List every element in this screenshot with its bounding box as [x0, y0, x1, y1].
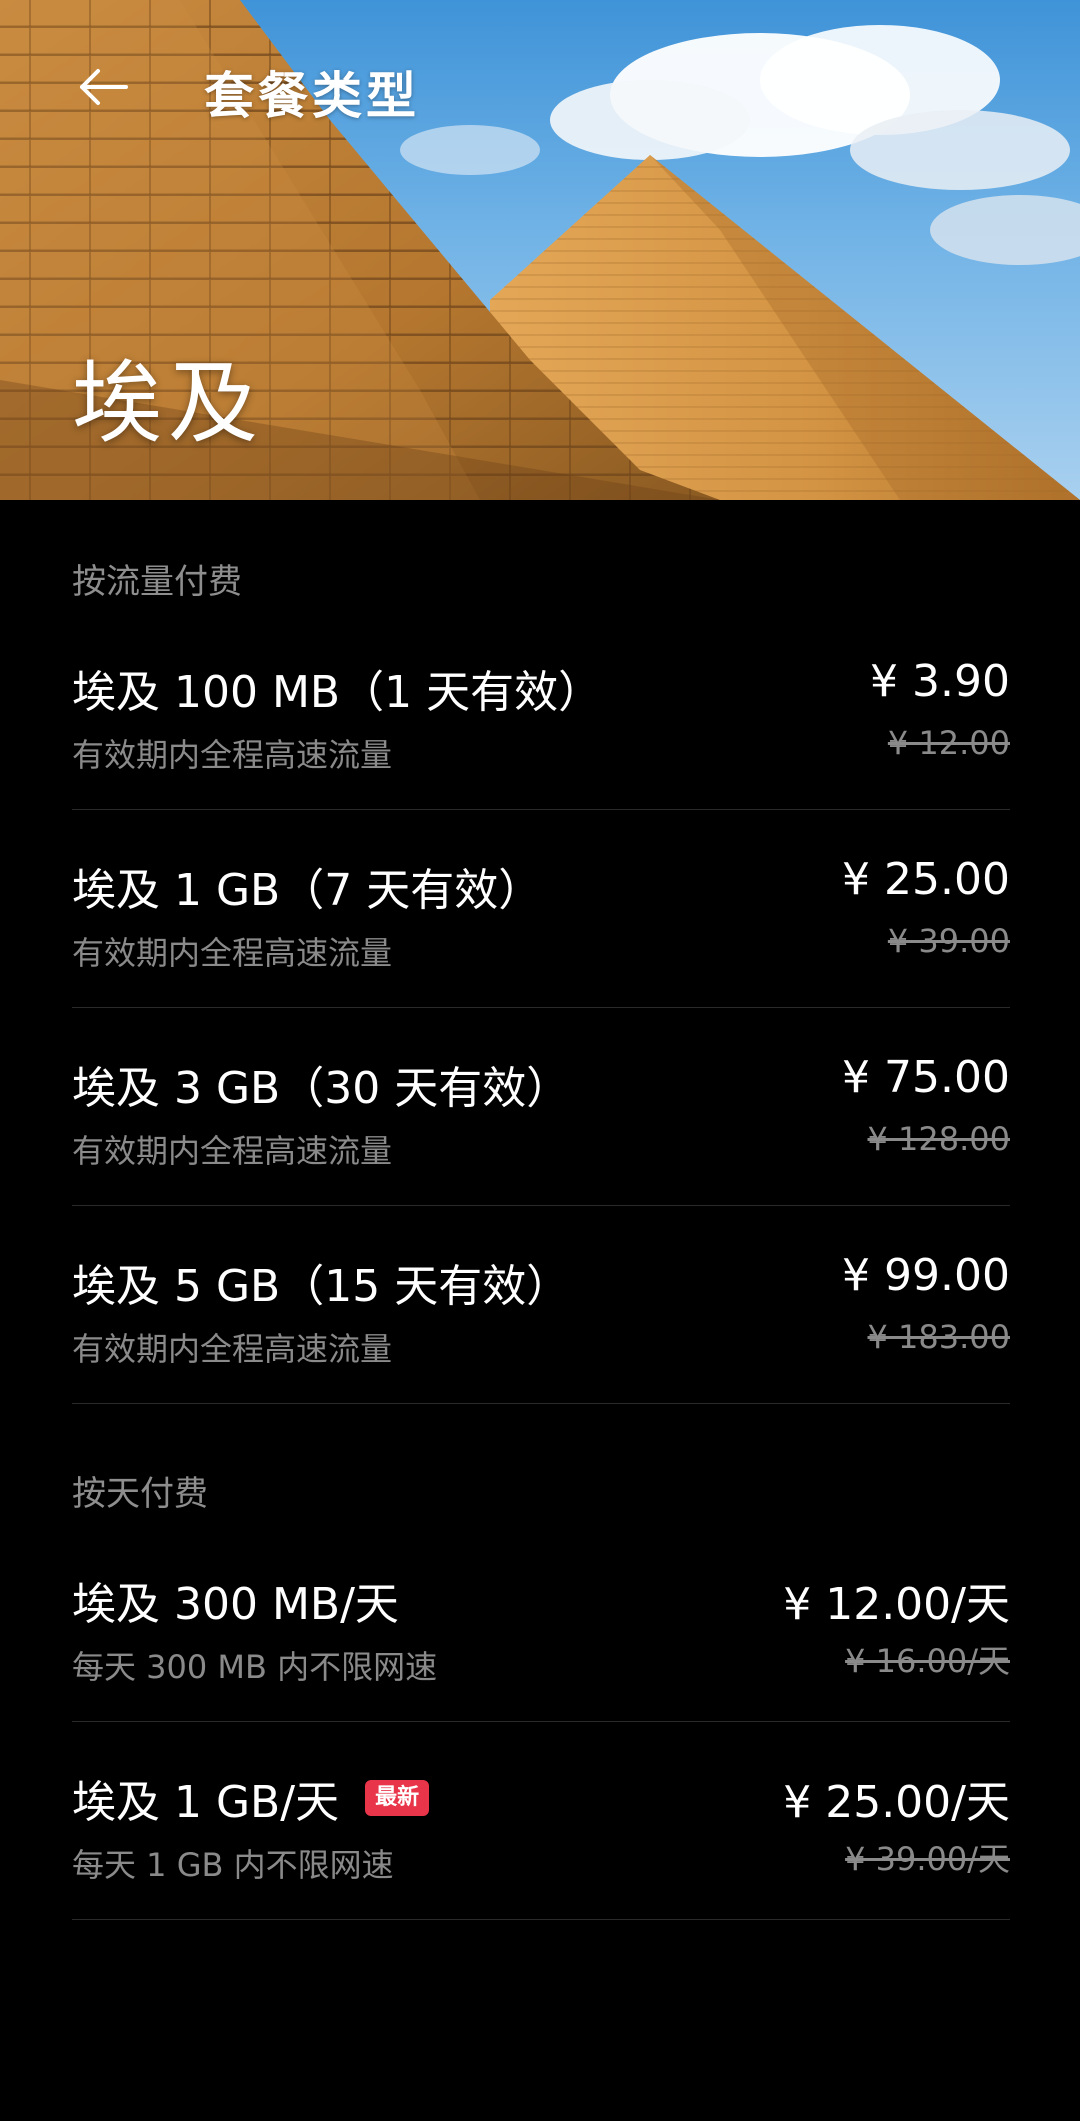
- plan-price: ¥ 75.00: [842, 1052, 1010, 1103]
- plan-original-price: ¥ 12.00: [887, 724, 1010, 762]
- plan-description: 每天 1 GB 内不限网速: [72, 1846, 394, 1884]
- plan-price: ¥ 25.00/天: [783, 1777, 1010, 1828]
- plan-description: 有效期内全程高速流量: [72, 934, 393, 972]
- plan-original-price: ¥ 128.00: [867, 1120, 1011, 1158]
- plan-original-price: ¥ 16.00/天: [845, 1642, 1010, 1680]
- plan-item[interactable]: 埃及 1 GB/天 最新 每天 1 GB 内不限网速 ¥ 25.00/天 ¥ 3…: [72, 1722, 1010, 1920]
- plan-price: ¥ 25.00: [842, 854, 1010, 905]
- plan-item[interactable]: 埃及 3 GB（30 天有效） 有效期内全程高速流量 ¥ 75.00 ¥ 128…: [72, 1008, 1010, 1206]
- plan-description: 有效期内全程高速流量: [72, 736, 393, 774]
- plan-description: 有效期内全程高速流量: [72, 1330, 393, 1368]
- plan-description: 有效期内全程高速流量: [72, 1132, 393, 1170]
- plan-original-price: ¥ 39.00/天: [845, 1840, 1010, 1878]
- plan-name-wrapper: 埃及 1 GB/天 最新: [72, 1766, 430, 1830]
- arrow-left-icon: [80, 69, 128, 105]
- hero-banner: 套餐类型 埃及: [0, 0, 1080, 500]
- plan-name: 埃及 100 MB（1 天有效）: [72, 667, 603, 718]
- plan-item[interactable]: 埃及 100 MB（1 天有效） 有效期内全程高速流量 ¥ 3.90 ¥ 12.…: [72, 612, 1010, 810]
- plan-item[interactable]: 埃及 5 GB（15 天有效） 有效期内全程高速流量 ¥ 99.00 ¥ 183…: [72, 1206, 1010, 1404]
- plan-item[interactable]: 埃及 300 MB/天 每天 300 MB 内不限网速 ¥ 12.00/天 ¥ …: [72, 1524, 1010, 1722]
- plan-price: ¥ 3.90: [870, 656, 1010, 707]
- country-name: 埃及: [72, 351, 264, 456]
- section-title-traffic: 按流量付费: [72, 562, 242, 602]
- plan-name: 埃及 3 GB（30 天有效）: [72, 1063, 571, 1114]
- back-button[interactable]: [68, 52, 138, 122]
- plan-item[interactable]: 埃及 1 GB（7 天有效） 有效期内全程高速流量 ¥ 25.00 ¥ 39.0…: [72, 810, 1010, 1008]
- plan-original-price: ¥ 183.00: [867, 1318, 1011, 1356]
- plan-price: ¥ 99.00: [842, 1250, 1010, 1301]
- plan-original-price: ¥ 39.00: [887, 922, 1010, 960]
- plan-name: 埃及 1 GB/天: [72, 1777, 340, 1828]
- plan-description: 每天 300 MB 内不限网速: [72, 1648, 438, 1686]
- plan-name: 埃及 300 MB/天: [72, 1579, 399, 1630]
- plan-name: 埃及 1 GB（7 天有效）: [72, 865, 543, 916]
- plan-price: ¥ 12.00/天: [783, 1579, 1010, 1630]
- plan-name: 埃及 5 GB（15 天有效）: [72, 1261, 571, 1312]
- plan-content: 按流量付费 埃及 100 MB（1 天有效） 有效期内全程高速流量 ¥ 3.90…: [72, 500, 1010, 1920]
- new-badge: 最新: [365, 1780, 430, 1816]
- section-title-daily: 按天付费: [72, 1474, 208, 1514]
- page-title: 套餐类型: [204, 67, 420, 125]
